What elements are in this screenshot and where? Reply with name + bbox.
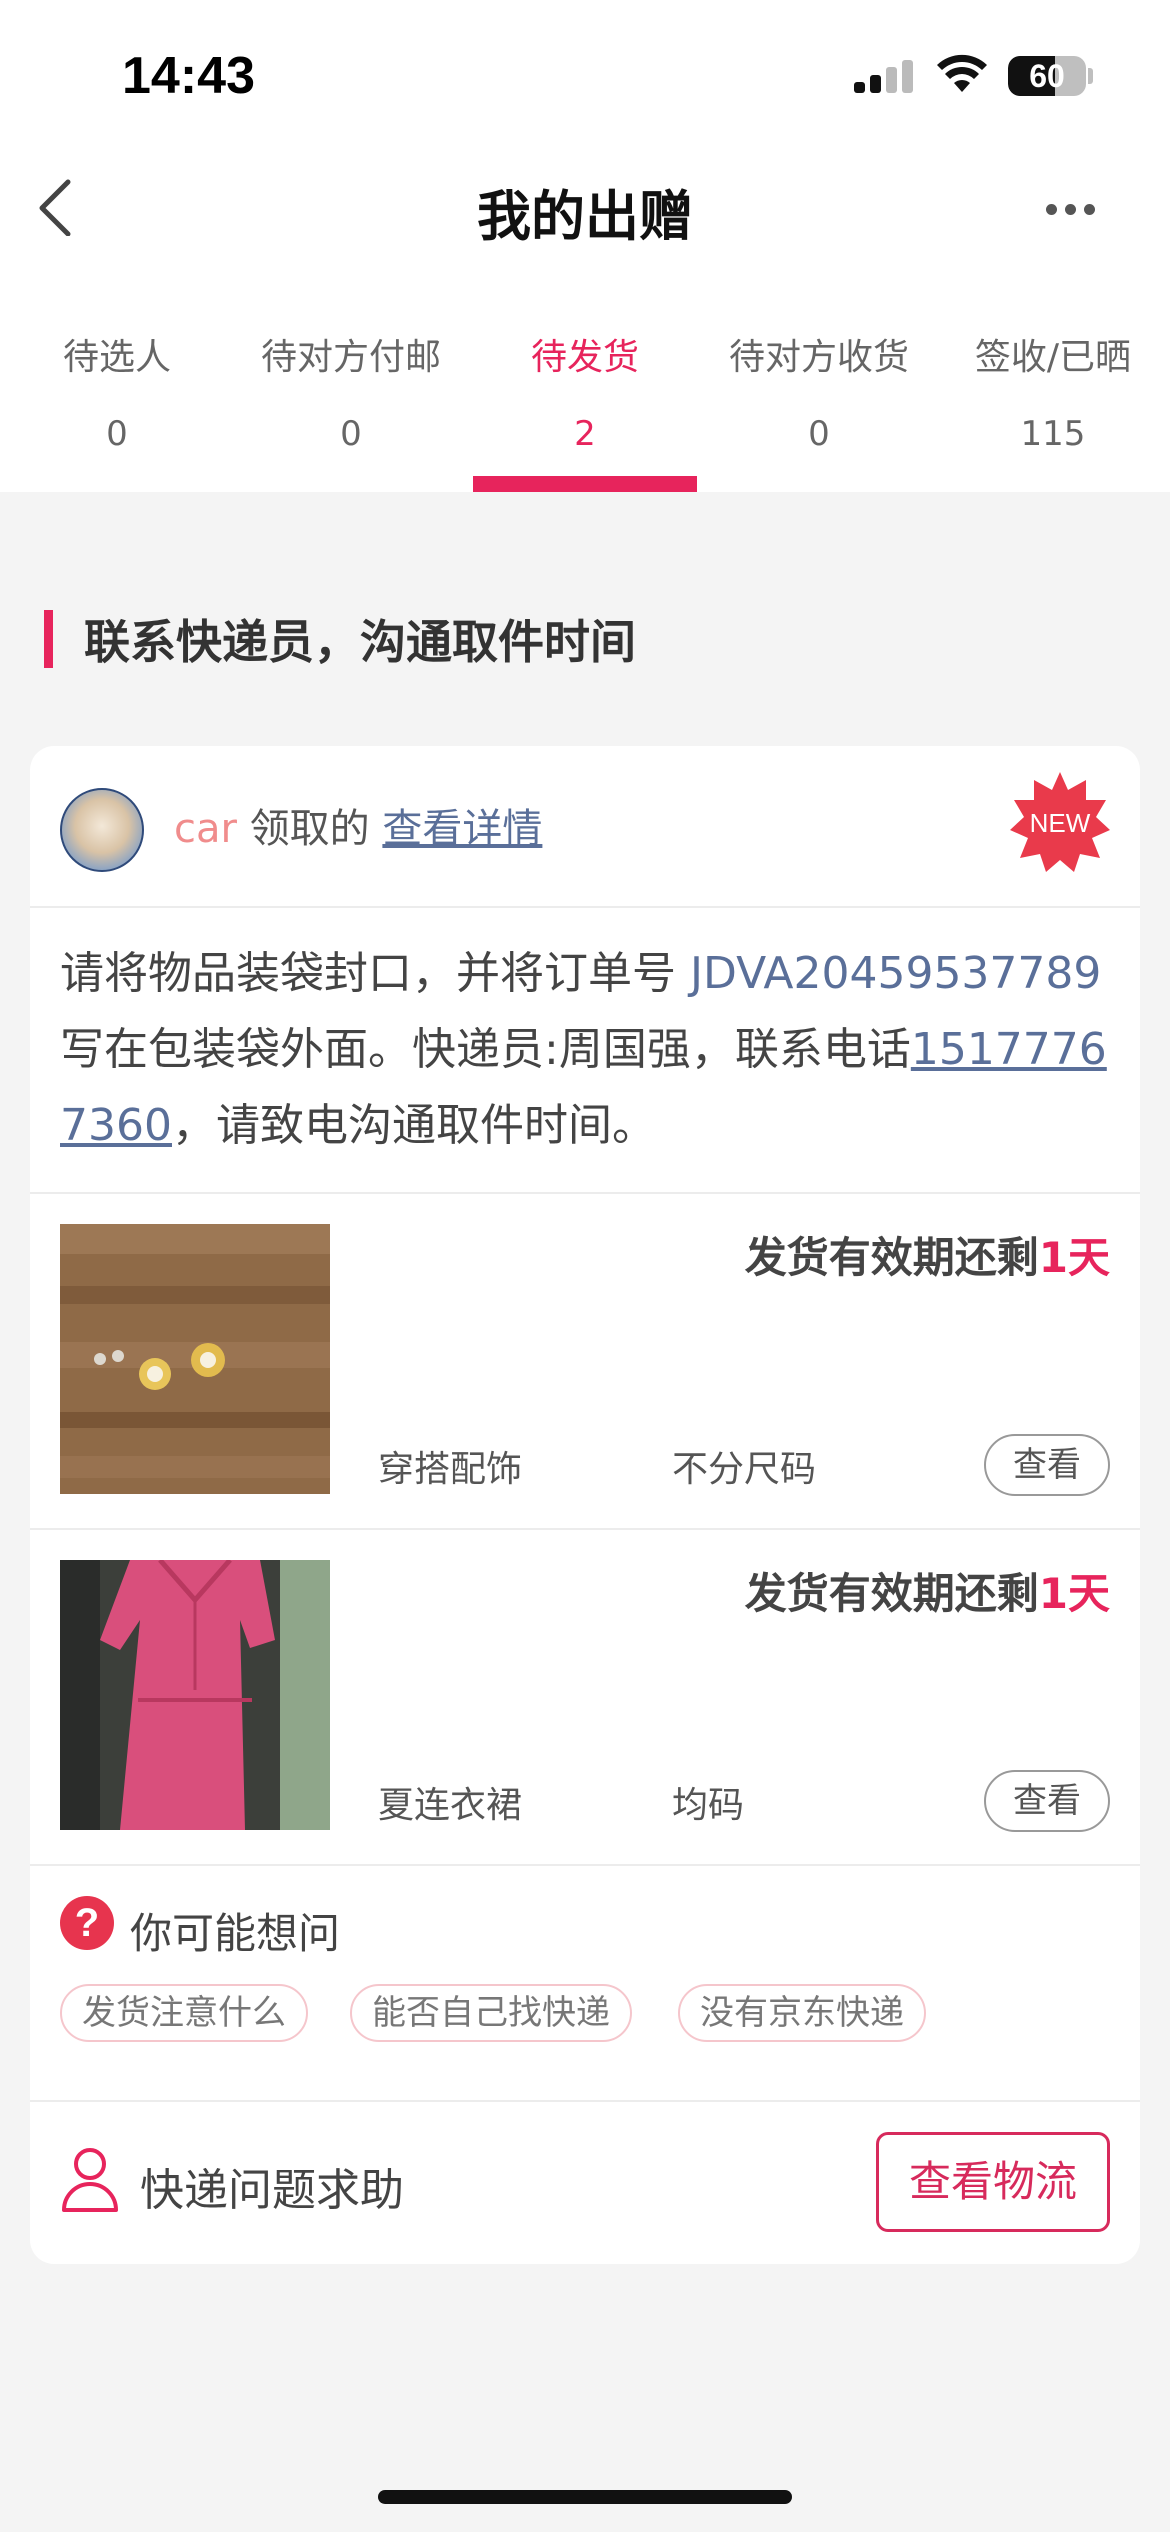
receiver-action: 领取的	[249, 806, 370, 852]
help-row: 快递问题求助 查看物流	[30, 2102, 1140, 2264]
status-bar: 14:43 60	[0, 0, 1170, 150]
list-item: 发货有效期还剩1天 穿搭配饰 不分尺码 查看	[30, 1194, 1140, 1528]
view-item-button[interactable]: 查看	[984, 1770, 1110, 1832]
battery-icon: 60	[1008, 56, 1086, 96]
courier-help-link[interactable]: 快递问题求助	[140, 2154, 404, 2218]
tab-label: 待发货	[530, 337, 639, 378]
deadline-value: 1天	[1038, 1569, 1110, 1618]
new-badge: NEW	[1010, 772, 1110, 872]
packing-instruction: 请将物品装袋封口，并将订单号 JDVA20459537789 写在包装袋外面。快…	[60, 936, 1112, 1164]
shipment-card: car 领取的 查看详情 NEW 请将物品装袋封口，并将订单号 JDVA2045…	[30, 746, 1140, 2264]
view-logistics-button[interactable]: 查看物流	[876, 2132, 1110, 2232]
view-details-link[interactable]: 查看详情	[382, 806, 542, 852]
receiver-row: car 领取的 查看详情 NEW	[30, 746, 1140, 906]
cellular-signal-icon	[854, 60, 913, 93]
shipping-deadline: 发货有效期还剩1天	[745, 1560, 1110, 1621]
section-accent-bar	[44, 610, 53, 668]
tab-pending-selection[interactable]: 待选人 0	[5, 270, 229, 492]
tab-received-shared[interactable]: 签收/已晒 115	[941, 270, 1165, 492]
status-tabs: 待选人 0 待对方付邮 0 待发货 2 待对方收货 0 签收/已晒 115	[0, 270, 1170, 492]
receiver-name: car	[174, 806, 237, 852]
instruction-text: 写在包装袋外面。快递员:周国强，联系电话	[60, 1024, 911, 1075]
item-size: 均码	[672, 1785, 745, 1826]
tab-pending-postage[interactable]: 待对方付邮 0	[239, 270, 463, 492]
navigation-bar: 我的出赠	[0, 150, 1170, 270]
tab-label: 待对方收货	[728, 337, 909, 378]
receiver-text: car 领取的 查看详情	[174, 796, 542, 854]
tab-count: 2	[574, 414, 596, 454]
tab-label: 待对方付邮	[260, 337, 441, 378]
item-size: 不分尺码	[672, 1449, 817, 1490]
item-category: 穿搭配饰	[378, 1449, 523, 1490]
wifi-icon	[937, 54, 987, 92]
item-photo-earrings[interactable]	[60, 1224, 330, 1494]
deadline-text: 发货有效期还剩	[744, 1569, 1039, 1618]
page-title: 我的出赠	[477, 185, 693, 248]
deadline-value: 1天	[1038, 1233, 1110, 1282]
tab-label: 待选人	[62, 337, 171, 378]
faq-title: 你可能想问	[130, 1909, 341, 1958]
tab-pending-shipment[interactable]: 待发货 2	[473, 270, 697, 492]
tab-pending-receipt[interactable]: 待对方收货 0	[707, 270, 931, 492]
faq-section: ? 你可能想问 发货注意什么 能否自己找快递 没有京东快递	[30, 1860, 1140, 2080]
person-icon	[62, 2148, 118, 2212]
deadline-text: 发货有效期还剩	[744, 1233, 1039, 1282]
battery-cap	[1088, 68, 1093, 84]
instruction-text: ，请致电沟通取件时间。	[171, 1100, 656, 1151]
faq-chip[interactable]: 发货注意什么	[60, 1984, 308, 2042]
battery-percent: 60	[1029, 58, 1065, 94]
item-category: 夏连衣裙	[378, 1785, 523, 1826]
tab-label: 签收/已晒	[974, 337, 1132, 378]
tab-count: 0	[808, 414, 830, 454]
active-tab-indicator	[473, 476, 697, 492]
instruction-text: 请将物品装袋封口，并将订单号	[60, 948, 690, 999]
home-indicator[interactable]	[378, 2490, 792, 2504]
faq-chip[interactable]: 能否自己找快递	[350, 1984, 632, 2042]
more-options-icon[interactable]	[1046, 200, 1106, 215]
item-photo-dress[interactable]	[60, 1560, 330, 1830]
status-time: 14:43	[122, 47, 255, 105]
shipping-deadline: 发货有效期还剩1天	[745, 1224, 1110, 1285]
divider	[30, 906, 1140, 908]
order-number: JDVA20459537789	[690, 948, 1102, 999]
avatar[interactable]	[60, 788, 144, 872]
faq-chip[interactable]: 没有京东快递	[678, 1984, 926, 2042]
question-icon: ?	[60, 1896, 114, 1950]
tab-count: 115	[1020, 414, 1086, 454]
new-badge-label: NEW	[1030, 808, 1091, 838]
view-item-button[interactable]: 查看	[984, 1434, 1110, 1496]
tab-count: 0	[340, 414, 362, 454]
section-title: 联系快递员，沟通取件时间	[84, 615, 636, 669]
tab-count: 0	[106, 414, 128, 454]
list-item: 发货有效期还剩1天 夏连衣裙 均码 查看	[30, 1530, 1140, 1864]
